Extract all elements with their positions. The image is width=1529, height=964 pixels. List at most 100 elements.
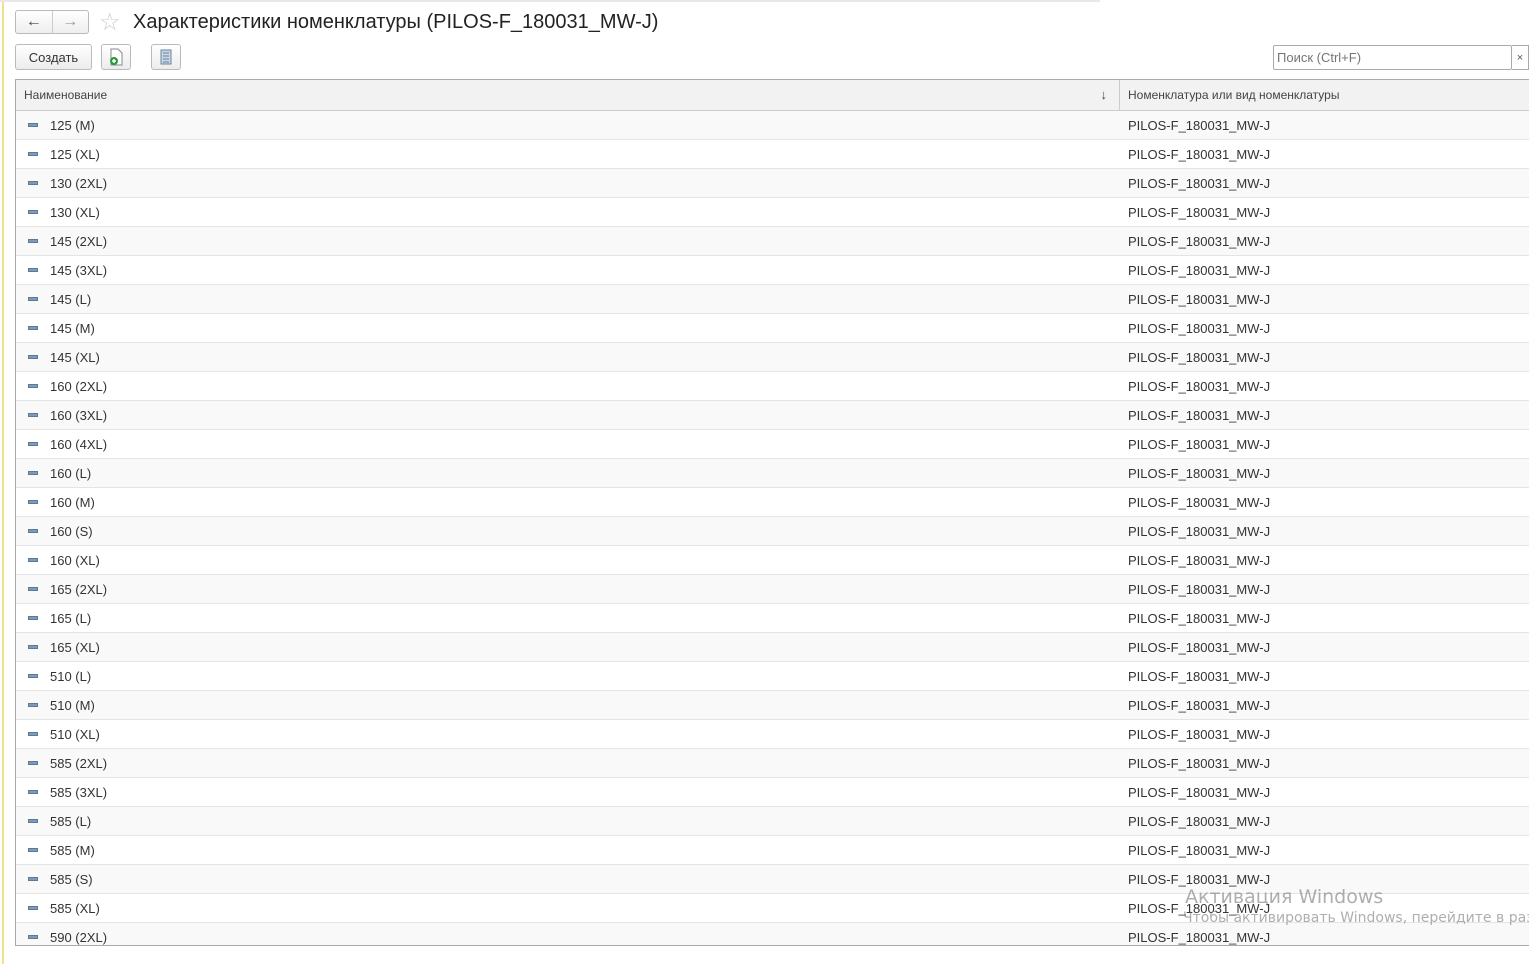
cell-nomenclature: PILOS-F_180031_MW-J — [1128, 755, 1271, 771]
table-row[interactable]: 160 (2XL) PILOS-F_180031_MW-J — [16, 372, 1529, 401]
cell-text: 160 (L) — [50, 465, 92, 481]
table-row[interactable]: 160 (XL) PILOS-F_180031_MW-J — [16, 546, 1529, 575]
cell-nomenclature: PILOS-F_180031_MW-J — [1128, 204, 1271, 220]
item-marker-icon — [28, 355, 38, 359]
item-marker-icon — [28, 790, 38, 794]
table-row[interactable]: 160 (M) PILOS-F_180031_MW-J — [16, 488, 1529, 517]
item-marker-icon — [28, 239, 38, 243]
table-body: 125 (M) PILOS-F_180031_MW-J 125 (XL) PILOS-… — [16, 111, 1529, 945]
cell-name: 145 (M) — [16, 314, 1120, 342]
table-row[interactable]: 130 (2XL) PILOS-F_180031_MW-J — [16, 169, 1529, 198]
item-marker-icon — [28, 152, 38, 156]
cell-name: 160 (XL) — [16, 546, 1120, 574]
cell-name: 125 (M) — [16, 111, 1120, 139]
cell-name: 585 (3XL) — [16, 778, 1120, 806]
cell-text: 125 (M) — [50, 117, 95, 133]
cell-text: 585 (3XL) — [50, 784, 108, 800]
table-row[interactable]: 130 (XL) PILOS-F_180031_MW-J — [16, 198, 1529, 227]
search-input[interactable] — [1273, 45, 1512, 70]
table-row[interactable]: 165 (XL) PILOS-F_180031_MW-J — [16, 633, 1529, 662]
table-row[interactable]: 585 (3XL) PILOS-F_180031_MW-J — [16, 778, 1529, 807]
list-icon — [160, 49, 172, 65]
cell-nomenclature: PILOS-F_180031_MW-J — [1128, 726, 1271, 742]
table-row[interactable]: 125 (M) PILOS-F_180031_MW-J — [16, 111, 1529, 140]
table-row[interactable]: 585 (2XL) PILOS-F_180031_MW-J — [16, 749, 1529, 778]
item-marker-icon — [28, 703, 38, 707]
cell-nomenclature: PILOS-F_180031_MW-J — [1128, 639, 1271, 655]
cell-text: 160 (XL) — [50, 552, 100, 568]
cell-nomenclature: PILOS-F_180031_MW-J — [1128, 407, 1271, 423]
item-marker-icon — [28, 645, 38, 649]
cell-nomenclature: PILOS-F_180031_MW-J — [1128, 668, 1271, 684]
column-header-name[interactable]: Наименование ↓ — [16, 80, 1120, 110]
column-header-nomenclature[interactable]: Номенклатура или вид номенклатуры — [1120, 80, 1529, 110]
cell-text: 165 (XL) — [50, 639, 100, 655]
table-row[interactable]: 165 (2XL) PILOS-F_180031_MW-J — [16, 575, 1529, 604]
copy-create-button[interactable] — [101, 44, 131, 70]
cell-name: 585 (M) — [16, 836, 1120, 864]
item-marker-icon — [28, 210, 38, 214]
cell-nomenclature: PILOS-F_180031_MW-J — [1128, 146, 1271, 162]
table-header: Наименование ↓ Номенклатура или вид номен… — [16, 80, 1529, 111]
item-marker-icon — [28, 442, 38, 446]
forward-button[interactable]: → — [51, 11, 89, 33]
cell-text: 165 (2XL) — [50, 581, 108, 597]
item-marker-icon — [28, 500, 38, 504]
cell-name: 585 (XL) — [16, 894, 1120, 922]
cell-nomenclature: PILOS-F_180031_MW-J — [1128, 349, 1271, 365]
divider — [0, 0, 1100, 2]
cell-name: 145 (2XL) — [16, 227, 1120, 255]
cell-name: 165 (XL) — [16, 633, 1120, 661]
item-marker-icon — [28, 906, 38, 910]
clear-search-button[interactable]: × — [1512, 45, 1529, 70]
item-marker-icon — [28, 413, 38, 417]
table-row[interactable]: 585 (M) PILOS-F_180031_MW-J — [16, 836, 1529, 865]
table-row[interactable]: 160 (3XL) PILOS-F_180031_MW-J — [16, 401, 1529, 430]
cell-text: 160 (2XL) — [50, 378, 108, 394]
table-row[interactable]: 145 (3XL) PILOS-F_180031_MW-J — [16, 256, 1529, 285]
table-row[interactable]: 160 (L) PILOS-F_180031_MW-J — [16, 459, 1529, 488]
table-row[interactable]: 165 (L) PILOS-F_180031_MW-J — [16, 604, 1529, 633]
table-row[interactable]: 160 (S) PILOS-F_180031_MW-J — [16, 517, 1529, 546]
cell-text: 160 (3XL) — [50, 407, 108, 423]
item-marker-icon — [28, 761, 38, 765]
table-row[interactable]: 145 (L) PILOS-F_180031_MW-J — [16, 285, 1529, 314]
nav-buttons: ← → — [15, 10, 89, 34]
cell-name: 145 (3XL) — [16, 256, 1120, 284]
item-marker-icon — [28, 123, 38, 127]
item-marker-icon — [28, 268, 38, 272]
cell-name: 585 (L) — [16, 807, 1120, 835]
item-marker-icon — [28, 848, 38, 852]
table-row[interactable]: 145 (2XL) PILOS-F_180031_MW-J — [16, 227, 1529, 256]
table-row[interactable]: 510 (XL) PILOS-F_180031_MW-J — [16, 720, 1529, 749]
cell-name: 130 (XL) — [16, 198, 1120, 226]
table-row[interactable]: 160 (4XL) PILOS-F_180031_MW-J — [16, 430, 1529, 459]
watermark-subtitle: Чтобы активировать Windows, перейдите в … — [1183, 910, 1529, 926]
table-row[interactable]: 585 (L) PILOS-F_180031_MW-J — [16, 807, 1529, 836]
column-label: Наименование — [24, 88, 108, 102]
cell-name: 585 (S) — [16, 865, 1120, 893]
cell-text: 585 (2XL) — [50, 755, 108, 771]
table-row[interactable]: 510 (L) PILOS-F_180031_MW-J — [16, 662, 1529, 691]
table-row[interactable]: 125 (XL) PILOS-F_180031_MW-J — [16, 140, 1529, 169]
favorite-star-icon[interactable]: ☆ — [99, 8, 121, 37]
table-row[interactable]: 590 (2XL) PILOS-F_180031_MW-J — [16, 923, 1529, 945]
cell-text: 160 (4XL) — [50, 436, 108, 452]
table-row[interactable]: 145 (XL) PILOS-F_180031_MW-J — [16, 343, 1529, 372]
table-row[interactable]: 145 (M) PILOS-F_180031_MW-J — [16, 314, 1529, 343]
create-button[interactable]: Создать — [15, 44, 92, 70]
cell-nomenclature: PILOS-F_180031_MW-J — [1128, 233, 1271, 249]
cell-nomenclature: PILOS-F_180031_MW-J — [1128, 436, 1271, 452]
list-settings-button[interactable] — [151, 44, 181, 70]
item-marker-icon — [28, 587, 38, 591]
cell-text: 510 (L) — [50, 668, 92, 684]
cell-name: 590 (2XL) — [16, 923, 1120, 945]
item-marker-icon — [28, 877, 38, 881]
cell-text: 585 (L) — [50, 813, 92, 829]
back-button[interactable]: ← — [16, 11, 52, 33]
table-row[interactable]: 510 (M) PILOS-F_180031_MW-J — [16, 691, 1529, 720]
cell-text: 585 (S) — [50, 871, 93, 887]
cell-nomenclature: PILOS-F_180031_MW-J — [1128, 842, 1271, 858]
item-marker-icon — [28, 326, 38, 330]
cell-text: 145 (L) — [50, 291, 92, 307]
